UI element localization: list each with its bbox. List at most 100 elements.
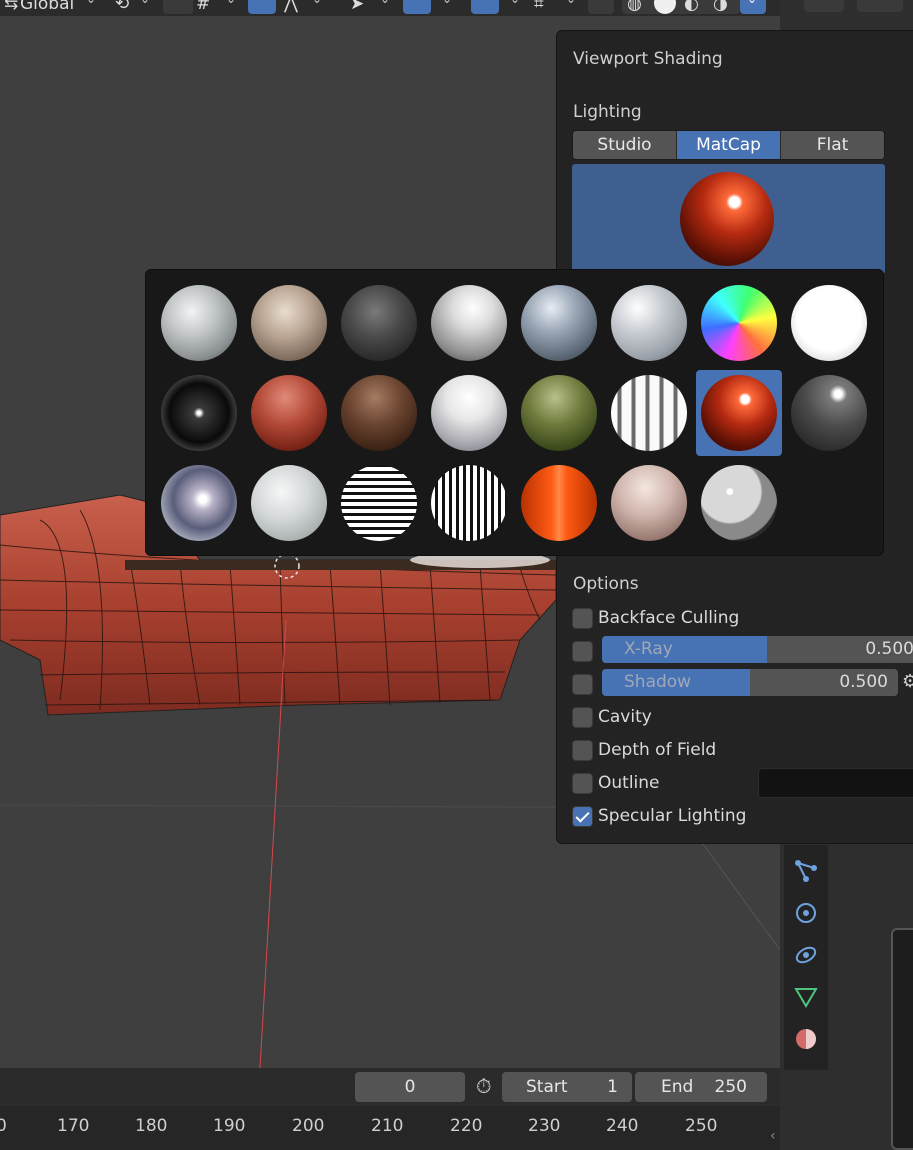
matcap-pearl[interactable] [246,460,332,546]
matcap-check-normal[interactable] [516,280,602,366]
matcap-stripes-vertical[interactable] [426,460,512,546]
specular-lighting-checkbox[interactable] [572,805,593,827]
chevron-down-icon[interactable]: ⌄ [510,0,520,6]
depth-of-field-row[interactable]: Depth of Field [572,738,716,762]
specular-lighting-row[interactable]: Specular Lighting [572,804,746,828]
xray-checkbox[interactable] [572,640,593,662]
material-preview-shading-icon[interactable]: ◐ [684,0,699,14]
matcap-white[interactable] [786,280,872,366]
xray-slider[interactable]: X-Ray 0.500 [602,636,913,663]
outline-color-swatch[interactable] [758,768,913,798]
matcap-clay-dark[interactable] [336,370,422,456]
matcap-basic-1[interactable] [156,280,242,366]
mesh-edit-overlay-icon[interactable]: ⌗ [534,0,544,14]
snap-grid-icon[interactable]: # [196,0,210,14]
matcap-orange-toon-sphere [521,465,597,541]
chevron-down-icon[interactable]: ⌄ [86,0,96,6]
shadow-slider[interactable]: Shadow 0.500 [602,669,898,696]
proportional-editing-button[interactable] [248,0,276,14]
matcap-black-metal-sphere [161,375,237,451]
matcap-stripes-vertical-sphere [431,465,507,541]
matcap-metal-silver[interactable] [426,370,512,456]
chevron-down-icon[interactable]: ⌄ [747,0,757,6]
cavity-checkbox[interactable] [572,706,593,728]
matcap-metal-anisotropic[interactable] [606,370,692,456]
backface-culling-label: Backface Culling [598,608,740,628]
depth-of-field-checkbox[interactable] [572,739,593,761]
matcap-clay-brown[interactable] [246,370,332,456]
transform-orientation-dropdown[interactable]: Global [20,0,74,14]
constraints-tab-icon[interactable] [793,942,819,968]
snap-toggle-button[interactable] [163,0,193,14]
backface-culling-row[interactable]: Backface Culling [572,606,739,630]
tab-matcap[interactable]: MatCap [677,131,781,159]
matcap-jade-sphere [611,285,687,361]
outline-checkbox[interactable] [572,772,593,794]
end-frame-field[interactable]: End 250 [635,1072,767,1102]
gizmo-toggle-button[interactable] [403,0,431,14]
matcap-metal-anisotropic-sphere [611,375,687,451]
end-label: End [661,1077,694,1097]
chevron-down-icon[interactable]: ⌄ [380,0,390,6]
matcap-preview-button[interactable] [572,164,885,274]
xray-row [572,639,593,663]
matcap-pearl-sphere [251,465,327,541]
matcap-stripes-horizontal[interactable] [336,460,422,546]
particles-tab-icon[interactable] [793,858,819,884]
matcap-reflection-check-sphere [161,465,237,541]
shadow-settings-gear-icon[interactable]: ⚙ [902,671,913,692]
stopwatch-icon[interactable]: ⏱ [476,1074,492,1098]
matcap-gray-glossy[interactable] [786,370,872,456]
xray-value: 0.500 [865,639,913,659]
current-frame-field[interactable]: 0 [355,1072,465,1102]
timeline-tick-label: 0 [0,1116,7,1136]
editor-type-dropdown[interactable] [804,0,844,12]
chevron-down-icon[interactable]: ⌄ [566,0,576,6]
start-frame-field[interactable]: Start 1 [502,1072,632,1102]
timeline-tick-label: 190 [213,1116,246,1136]
specular-lighting-label: Specular Lighting [598,806,747,826]
tab-flat[interactable]: Flat [781,131,884,159]
matcap-basic-dark[interactable] [336,280,422,366]
overlays-toggle-button[interactable] [471,0,499,14]
matcap-basic-2[interactable] [246,280,332,366]
matcap-normal-rainbow[interactable] [696,280,782,366]
matcap-jade[interactable] [606,280,692,366]
material-tab-icon[interactable] [793,1026,819,1052]
shadow-checkbox[interactable] [572,673,593,695]
outline-row[interactable]: Outline [572,771,660,795]
matcap-green-pearl[interactable] [516,370,602,456]
matcap-ceramic-lightbulb[interactable] [426,280,512,366]
falloff-icon[interactable]: ⋀ [284,0,298,14]
rendered-shading-icon[interactable]: ◑ [713,0,728,14]
matcap-black-metal[interactable] [156,370,242,456]
matcap-red-shiny[interactable] [696,370,782,456]
wireframe-shading-icon[interactable]: ◍ [627,0,642,14]
chevron-left-icon[interactable]: ‹ [770,1128,776,1144]
matcap-reflection-check[interactable] [156,460,242,546]
chevron-down-icon[interactable]: ⌄ [442,0,452,6]
tab-studio[interactable]: Studio [573,131,677,159]
matcap-stripes-horizontal-sphere [341,465,417,541]
physics-tab-icon[interactable] [793,900,819,926]
chevron-down-icon[interactable]: ⌄ [312,0,322,6]
chevron-down-icon[interactable]: ⌄ [226,0,236,6]
matcap-green-pearl-sphere [521,375,597,451]
backface-culling-checkbox[interactable] [572,607,593,629]
matcap-toon-gray[interactable] [696,460,782,546]
matcap-orange-toon[interactable] [516,460,602,546]
data-tab-icon[interactable] [793,984,819,1010]
matcap-check-normal-sphere [521,285,597,361]
timeline-tick-label: 250 [685,1116,718,1136]
display-mode-dropdown[interactable] [857,0,903,12]
viewport-header: ⇆ Global ⌄ ⟲ ⌄ # ⌄ ⋀ ⌄ ➤ ⌄ ⌄ ⌄ ⌗ ⌄ ◍ ◐ ◑… [0,0,780,16]
chevron-down-icon[interactable]: ⌄ [140,0,150,6]
matcap-toon-gray-sphere [701,465,777,541]
pivot-point-icon[interactable]: ⟲ [115,0,129,14]
options-label: Options [573,574,639,594]
xray-toggle-button[interactable] [588,0,614,14]
matcap-skin[interactable] [606,460,692,546]
select-cursor-icon[interactable]: ➤ [350,0,364,14]
timeline-tick-label: 210 [371,1116,404,1136]
cavity-row[interactable]: Cavity [572,705,652,729]
